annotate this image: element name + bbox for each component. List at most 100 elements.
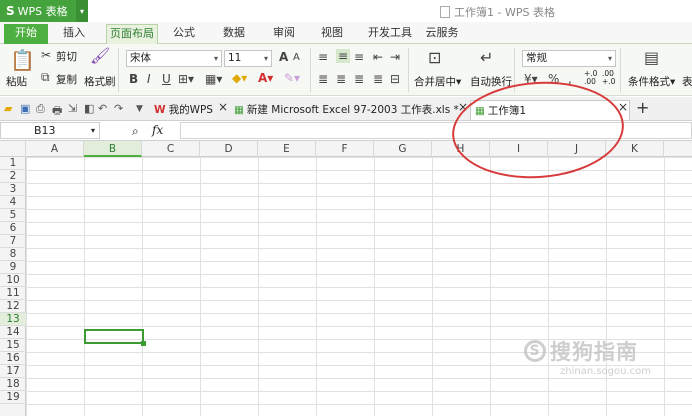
increase-decimal-button[interactable]: +.0 .00: [584, 70, 598, 86]
column-header[interactable]: K: [606, 141, 664, 157]
align-right-icon[interactable]: ≣: [354, 72, 364, 86]
fill-handle[interactable]: [141, 341, 146, 346]
close-my-wps-icon[interactable]: ×: [218, 100, 228, 114]
insert-function-button[interactable]: fx: [152, 123, 163, 137]
row-header[interactable]: 7: [0, 235, 26, 248]
row-header[interactable]: 15: [0, 339, 26, 352]
number-format-select[interactable]: 常规 ▾: [522, 50, 616, 67]
table-style-button[interactable]: 表: [682, 74, 692, 89]
tab-cloud[interactable]: 云服务: [418, 24, 466, 44]
row-header[interactable]: 3: [0, 183, 26, 196]
align-middle-icon[interactable]: ≡: [336, 49, 351, 63]
scissors-icon[interactable]: ✂: [41, 48, 51, 62]
copy-button[interactable]: 复制: [56, 72, 77, 87]
select-all-corner[interactable]: [0, 141, 26, 157]
grow-font-icon[interactable]: A: [279, 50, 288, 64]
format-painter-button[interactable]: 格式刷: [84, 74, 116, 89]
row-header[interactable]: 2: [0, 170, 26, 183]
row-header[interactable]: 16: [0, 352, 26, 365]
shrink-font-icon[interactable]: A: [293, 52, 300, 63]
align-left-icon[interactable]: ≣: [318, 72, 328, 86]
tab-insert[interactable]: 插入: [52, 24, 96, 44]
font-name-select[interactable]: 宋体 ▾: [126, 50, 222, 67]
cut-button[interactable]: 剪切: [56, 49, 77, 64]
row-header[interactable]: 4: [0, 196, 26, 209]
indent-icon[interactable]: ⇤: [373, 50, 383, 64]
row-header[interactable]: 14: [0, 326, 26, 339]
justify-icon[interactable]: ≣: [373, 72, 383, 86]
zoom-search-icon[interactable]: ⌕: [132, 124, 139, 139]
column-header[interactable]: A: [26, 141, 84, 157]
column-header[interactable]: D: [200, 141, 258, 157]
tab-review[interactable]: 审阅: [262, 24, 306, 44]
column-header[interactable]: E: [258, 141, 316, 157]
tab-workbook1[interactable]: ▦ 工作簿1: [470, 100, 630, 120]
undo-icon[interactable]: ↶: [98, 102, 107, 115]
tab-excel-file[interactable]: ▦ 新建 Microsoft Excel 97-2003 工作表.xls *: [234, 100, 459, 120]
row-header[interactable]: 17: [0, 365, 26, 378]
selected-cell-b13[interactable]: [84, 329, 146, 346]
currency-icon[interactable]: ¥▾: [524, 72, 538, 86]
font-size-select[interactable]: 11 ▾: [224, 50, 272, 67]
close-excel-file-icon[interactable]: ×: [458, 100, 468, 114]
row-header[interactable]: 11: [0, 287, 26, 300]
cell-style-icon[interactable]: ▦▾: [205, 72, 222, 86]
underline-button[interactable]: U: [162, 72, 171, 86]
borders-icon[interactable]: ⊞▾: [178, 72, 194, 86]
wps-menu-dropdown-icon[interactable]: ▾: [76, 0, 88, 22]
align-bottom-icon[interactable]: ≡: [354, 50, 364, 64]
merge-center-icon[interactable]: ⊡: [428, 48, 441, 67]
paste-icon[interactable]: 📋: [10, 48, 35, 72]
tab-page-layout[interactable]: 页面布局: [106, 24, 158, 44]
column-header[interactable]: H: [432, 141, 490, 157]
distributed-icon[interactable]: ⊟: [390, 72, 400, 86]
font-color-icon[interactable]: A▾: [258, 71, 273, 85]
redo-icon[interactable]: ↷: [114, 102, 123, 115]
conditional-format-button[interactable]: 条件格式▾: [628, 74, 675, 89]
outdent-icon[interactable]: ⇥: [390, 50, 400, 64]
export-pdf-icon[interactable]: ⇲: [68, 102, 77, 115]
formula-input[interactable]: [180, 122, 692, 139]
column-header[interactable]: C: [142, 141, 200, 157]
bold-button[interactable]: B: [129, 72, 138, 86]
auto-wrap-button[interactable]: 自动换行: [470, 74, 512, 89]
column-header[interactable]: G: [374, 141, 432, 157]
row-header[interactable]: 6: [0, 222, 26, 235]
customize-dropdown-icon[interactable]: ▼: [136, 104, 143, 114]
save-icon[interactable]: ▣: [20, 102, 30, 115]
close-workbook1-icon[interactable]: ×: [618, 100, 628, 114]
print-icon[interactable]: 🖶: [52, 102, 62, 121]
column-header[interactable]: F: [316, 141, 374, 157]
column-header[interactable]: B: [84, 141, 142, 157]
cell-area[interactable]: [26, 157, 692, 416]
format-icon[interactable]: ◧: [84, 102, 94, 115]
name-box[interactable]: B13 ▾: [0, 122, 100, 139]
conditional-format-icon[interactable]: ▤: [644, 48, 659, 67]
name-box-dropdown-icon[interactable]: ▾: [91, 123, 95, 138]
merge-center-button[interactable]: 合并居中▾: [414, 74, 461, 89]
tab-formulas[interactable]: 公式: [162, 24, 206, 44]
copy-icon[interactable]: ⧉: [41, 70, 50, 85]
tab-developer[interactable]: 开发工具: [360, 24, 420, 44]
thousands-icon[interactable]: ,: [568, 72, 572, 86]
print-preview-icon[interactable]: ⎙: [36, 102, 45, 116]
row-header[interactable]: 18: [0, 378, 26, 391]
row-header[interactable]: 10: [0, 274, 26, 287]
italic-button[interactable]: I: [147, 72, 151, 86]
paste-button[interactable]: 粘贴: [6, 74, 27, 89]
column-header[interactable]: I: [490, 141, 548, 157]
open-folder-icon[interactable]: ▰: [4, 102, 12, 115]
tab-home[interactable]: 开始: [4, 24, 48, 44]
auto-wrap-icon[interactable]: ↵: [480, 48, 493, 67]
clear-format-icon[interactable]: ✎▾: [284, 71, 300, 85]
row-header[interactable]: 5: [0, 209, 26, 222]
percent-button[interactable]: %: [548, 72, 559, 86]
new-tab-button[interactable]: +: [636, 98, 649, 117]
format-painter-icon[interactable]: 🖌: [90, 46, 110, 65]
row-header[interactable]: 19: [0, 391, 26, 404]
row-header[interactable]: 8: [0, 248, 26, 261]
wps-menu-button[interactable]: S WPS 表格 ▾: [0, 0, 88, 22]
decrease-decimal-button[interactable]: .00 +.0: [602, 70, 616, 86]
align-center-icon[interactable]: ≣: [336, 72, 346, 86]
row-header[interactable]: 9: [0, 261, 26, 274]
